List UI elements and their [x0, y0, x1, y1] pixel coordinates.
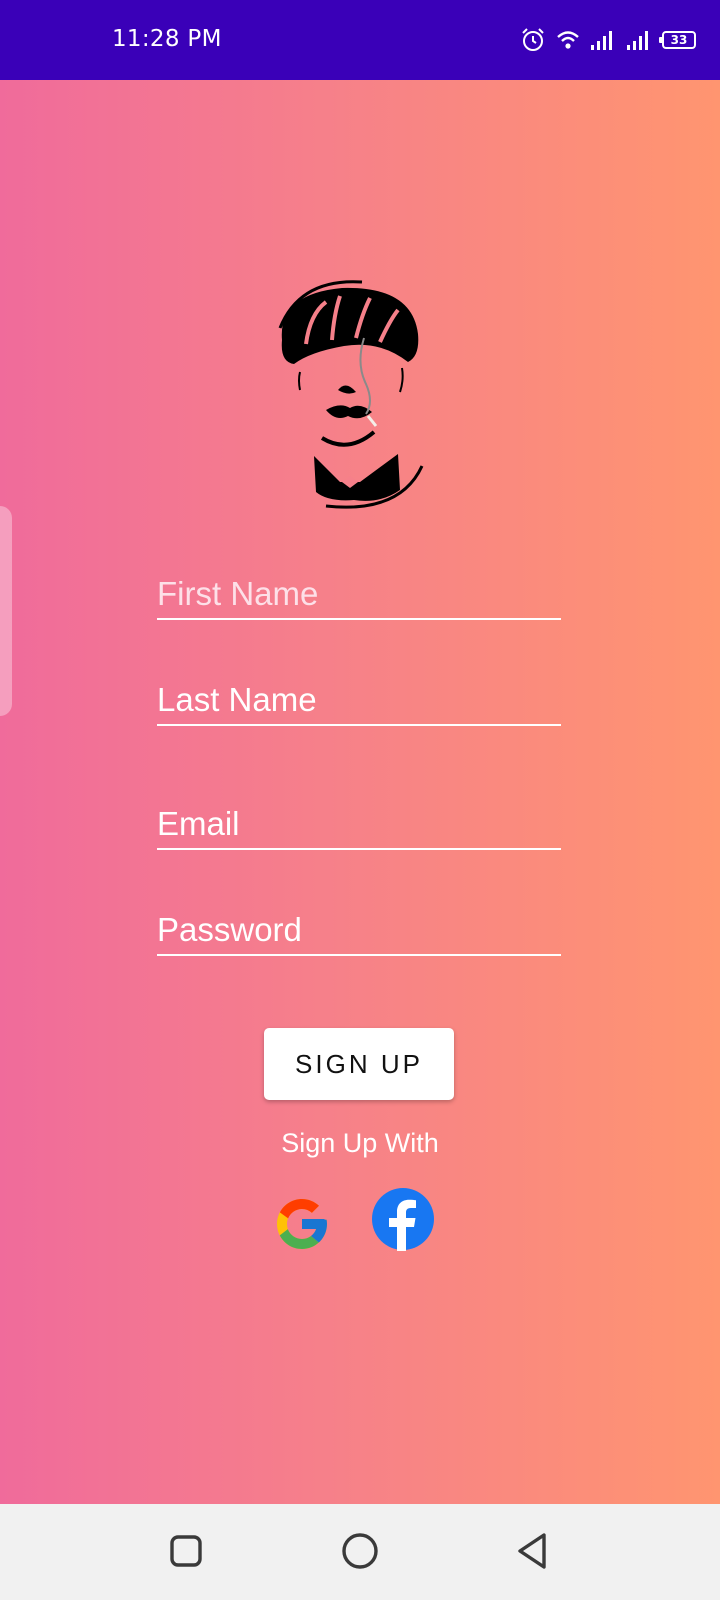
password-field[interactable]: [157, 906, 561, 956]
last-name-field[interactable]: [157, 676, 561, 726]
first-name-input[interactable]: [157, 570, 561, 618]
status-bar: 11:28 PM 33: [0, 0, 720, 80]
battery-icon: 33: [659, 31, 696, 49]
email-field[interactable]: [157, 800, 561, 850]
facebook-icon: [372, 1188, 434, 1251]
alarm-icon: [520, 27, 546, 53]
home-circle-icon: [342, 1533, 378, 1569]
recents-square-icon: [170, 1535, 202, 1567]
signal-icon: [590, 29, 616, 51]
sign-up-with-label: Sign Up With: [281, 1128, 439, 1158]
home-button[interactable]: [334, 1526, 386, 1578]
password-input[interactable]: [157, 906, 561, 954]
google-signin-button[interactable]: [272, 1194, 332, 1254]
signup-form-area: SIGN UP Sign Up With: [0, 80, 720, 1504]
sign-up-button[interactable]: SIGN UP: [264, 1028, 454, 1100]
facebook-signin-button[interactable]: [371, 1187, 435, 1251]
navigation-bar: [0, 1504, 720, 1600]
app-logo: [270, 280, 430, 512]
first-name-field[interactable]: [157, 570, 561, 620]
last-name-input[interactable]: [157, 676, 561, 724]
signal-icon-2: [626, 29, 652, 51]
side-panel-handle[interactable]: [0, 506, 12, 716]
signup-screen: 11:28 PM 33 First Name Last Name Email S…: [0, 0, 720, 1600]
wifi-icon: [556, 29, 580, 51]
status-time: 11:28 PM: [112, 26, 222, 52]
email-input[interactable]: [157, 800, 561, 848]
back-triangle-icon: [518, 1533, 546, 1569]
google-icon: [277, 1199, 327, 1249]
status-icons: 33: [520, 26, 696, 54]
recents-button[interactable]: [160, 1526, 212, 1578]
back-button[interactable]: [508, 1526, 560, 1578]
